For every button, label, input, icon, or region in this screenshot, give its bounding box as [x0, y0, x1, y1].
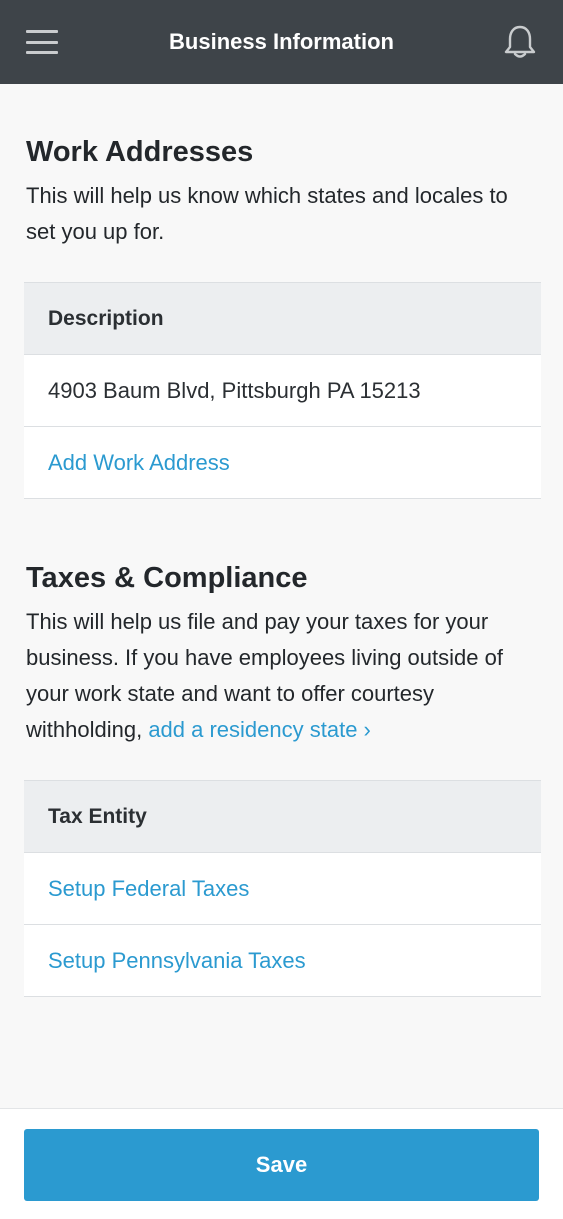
table-row: 4903 Baum Blvd, Pittsburgh PA 15213 — [24, 355, 541, 427]
hamburger-menu-icon[interactable] — [26, 30, 58, 54]
work-addresses-heading: Work Addresses — [26, 136, 254, 168]
setup-federal-taxes-link[interactable]: Setup Federal Taxes — [24, 853, 541, 925]
top-bar: Business Information — [0, 0, 563, 84]
table-header-description: Description — [24, 283, 541, 355]
add-work-address-link[interactable]: Add Work Address — [24, 427, 541, 499]
tax-entity-table: Tax Entity Setup Federal Taxes Setup Pen… — [24, 780, 541, 997]
taxes-compliance-description: This will help us file and pay your taxe… — [26, 604, 541, 748]
add-residency-state-link[interactable]: add a residency state › — [148, 717, 371, 742]
table-header-tax-entity: Tax Entity — [24, 781, 541, 853]
save-button[interactable]: Save — [24, 1129, 539, 1201]
bell-icon[interactable] — [503, 24, 537, 60]
work-addresses-table: Description 4903 Baum Blvd, Pittsburgh P… — [24, 282, 541, 499]
taxes-compliance-heading: Taxes & Compliance — [26, 562, 308, 594]
work-addresses-description: This will help us know which states and … — [26, 183, 508, 244]
setup-pennsylvania-taxes-link[interactable]: Setup Pennsylvania Taxes — [24, 925, 541, 997]
footer-bar: Save — [0, 1108, 563, 1219]
page-title: Business Information — [169, 29, 394, 54]
